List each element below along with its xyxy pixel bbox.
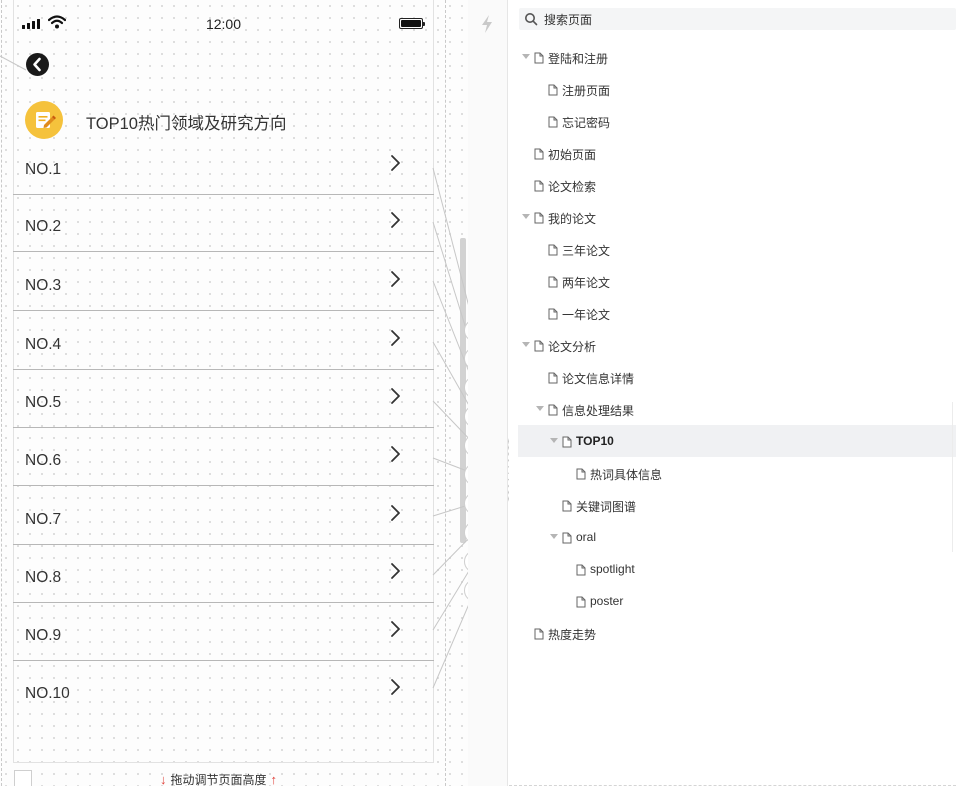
- page-document-icon: [534, 147, 544, 165]
- tree-item-label: 热度走势: [548, 628, 597, 642]
- tree-item[interactable]: 论文分析: [518, 329, 956, 361]
- arrow-up-icon: ↑: [270, 772, 278, 786]
- page-document-icon: [548, 83, 558, 101]
- page-document-icon: [548, 115, 558, 133]
- tree-item[interactable]: spotlight: [518, 553, 956, 585]
- page-document-icon: [548, 403, 558, 421]
- page-document-icon: [562, 531, 572, 549]
- tree-item[interactable]: oral: [518, 521, 956, 553]
- tree-item-label: 三年论文: [562, 244, 611, 258]
- page-document-icon: [576, 563, 586, 581]
- page-height-bar: ↓ 拖动调节页面高度 ↑: [0, 764, 446, 786]
- page-document-icon: [562, 435, 572, 453]
- drag-hint-label: 拖动调节页面高度: [170, 773, 267, 786]
- tree-item[interactable]: 登陆和注册: [518, 41, 956, 73]
- tree-item-label: spotlight: [590, 562, 635, 576]
- tree-item-label: 登陆和注册: [548, 52, 609, 66]
- caret-down-icon[interactable]: [550, 534, 558, 539]
- page-height-checkbox[interactable]: [14, 770, 32, 786]
- page-search[interactable]: 搜索页面: [519, 8, 956, 30]
- page-document-icon: [548, 371, 558, 389]
- drag-resize-hint[interactable]: ↓ 拖动调节页面高度 ↑: [160, 771, 277, 786]
- page-document-icon: [548, 275, 558, 293]
- page-document-icon: [576, 467, 586, 485]
- tree-item[interactable]: 信息处理结果: [518, 393, 956, 425]
- interaction-strip: [468, 0, 508, 786]
- page-document-icon: [534, 627, 544, 645]
- tree-item[interactable]: 论文检索: [518, 169, 956, 201]
- tree-item-label: oral: [576, 530, 597, 544]
- tree-item-label: 关键词图谱: [576, 500, 637, 514]
- tree-item[interactable]: 注册页面: [518, 73, 956, 105]
- tree-item-label: TOP10: [576, 434, 614, 448]
- page-search-label: 搜索页面: [544, 13, 593, 27]
- tree-item-label: 两年论文: [562, 276, 611, 290]
- page-document-icon: [534, 51, 544, 69]
- tree-item-label: 信息处理结果: [562, 404, 635, 418]
- tree-item-label: 论文分析: [548, 340, 597, 354]
- page-document-icon: [534, 211, 544, 229]
- page-document-icon: [534, 179, 544, 197]
- tree-item[interactable]: 两年论文: [518, 265, 956, 297]
- arrow-down-icon: ↓: [160, 772, 167, 786]
- tree-item[interactable]: 关键词图谱: [518, 489, 956, 521]
- page-document-icon: [548, 243, 558, 261]
- lightning-icon[interactable]: [480, 14, 494, 34]
- tree-item-label: 忘记密码: [562, 116, 611, 130]
- prototype-editor: 12:00 TOP10热门领域及研究方向 NO.1 NO.2 NO.3 NO.4 NO.…: [0, 0, 956, 786]
- tree-item[interactable]: 热度走势: [518, 617, 956, 649]
- tree-item[interactable]: 我的论文: [518, 201, 956, 233]
- tree-item-label: 热词具体信息: [590, 468, 663, 482]
- tree-item-label: 我的论文: [548, 212, 597, 226]
- tree-item-label: 论文检索: [548, 180, 597, 194]
- caret-down-icon[interactable]: [522, 342, 530, 347]
- tree-item[interactable]: 热词具体信息: [518, 457, 956, 489]
- tree-item-label: poster: [590, 594, 624, 608]
- tree-item[interactable]: 初始页面: [518, 137, 956, 169]
- tree-item[interactable]: poster: [518, 585, 956, 617]
- caret-down-icon[interactable]: [522, 214, 530, 219]
- tree-item[interactable]: 一年论文: [518, 297, 956, 329]
- tree-item[interactable]: 论文信息详情: [518, 361, 956, 393]
- page-document-icon: [548, 307, 558, 325]
- caret-down-icon[interactable]: [536, 406, 544, 411]
- tree-item[interactable]: TOP10: [518, 425, 956, 457]
- page-document-icon: [562, 499, 572, 517]
- panel-edge: [952, 402, 956, 552]
- tree-item-label: 论文信息详情: [562, 372, 635, 386]
- search-icon: [525, 13, 538, 26]
- page-document-icon: [576, 595, 586, 613]
- tree-item-label: 一年论文: [562, 308, 611, 322]
- caret-down-icon[interactable]: [550, 438, 558, 443]
- tree-item[interactable]: 忘记密码: [518, 105, 956, 137]
- tree-item-label: 注册页面: [562, 84, 611, 98]
- tree-item[interactable]: 三年论文: [518, 233, 956, 265]
- page-document-icon: [534, 339, 544, 357]
- interaction-link-lines: [432, 167, 520, 689]
- caret-down-icon[interactable]: [522, 54, 530, 59]
- tree-item-label: 初始页面: [548, 148, 597, 162]
